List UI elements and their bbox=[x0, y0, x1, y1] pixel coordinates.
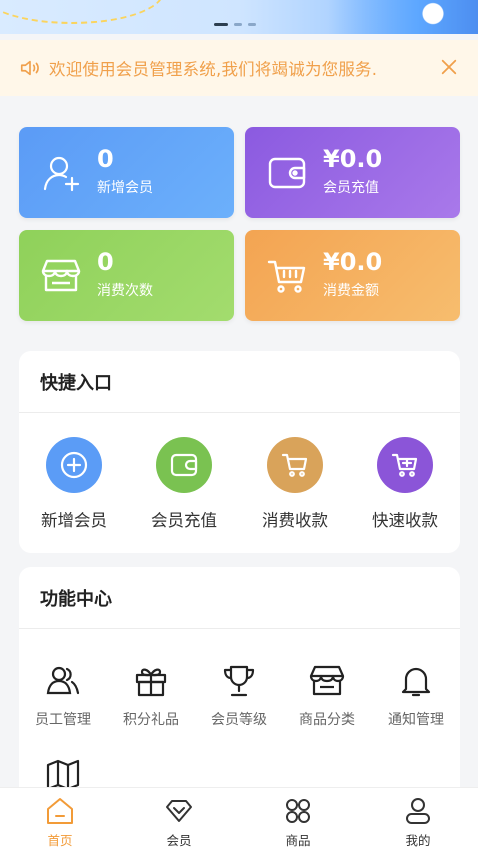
stat-value: 0 bbox=[97, 145, 114, 173]
stat-card-new-members[interactable]: 0 新增会员 bbox=[19, 127, 234, 218]
banner-dot bbox=[248, 23, 256, 26]
grid-icon bbox=[286, 799, 310, 823]
quick-item-consume-payment[interactable]: 消费收款 bbox=[240, 437, 350, 531]
function-item-label: 商品分类 bbox=[299, 712, 355, 728]
plus-circle-icon bbox=[46, 437, 102, 493]
banner-decoration bbox=[0, 0, 164, 24]
stat-value: 0 bbox=[97, 248, 114, 276]
quick-item-new-member[interactable]: 新增会员 bbox=[19, 437, 129, 531]
add-user-icon bbox=[43, 156, 80, 192]
cart-icon bbox=[267, 437, 323, 493]
tab-home[interactable]: 首页 bbox=[20, 796, 100, 849]
stat-value: ¥0.0 bbox=[323, 248, 383, 276]
function-item-label: 积分礼品 bbox=[123, 712, 179, 728]
function-item-member-level[interactable]: 会员等级 bbox=[199, 663, 279, 729]
section-title: 功能中心 bbox=[40, 589, 112, 610]
store-icon bbox=[309, 665, 345, 696]
notice-bar: 欢迎使用会员管理系统,我们将竭诚为您服务. bbox=[0, 40, 478, 96]
bell-icon bbox=[401, 667, 431, 697]
notice-text: 欢迎使用会员管理系统,我们将竭诚为您服务. bbox=[49, 60, 378, 79]
function-item-notification[interactable]: 通知管理 bbox=[376, 663, 456, 729]
quick-item-label: 消费收款 bbox=[262, 511, 328, 530]
divider bbox=[19, 628, 460, 629]
banner-pagination bbox=[214, 23, 256, 26]
gift-icon bbox=[135, 668, 167, 697]
divider bbox=[19, 412, 460, 413]
close-icon[interactable] bbox=[440, 58, 458, 76]
function-center-panel: 功能中心 员工管理 积分礼品 会员等级 商品分类 通知管理 bbox=[19, 567, 460, 807]
stat-label: 消费金额 bbox=[323, 283, 379, 299]
banner-dot bbox=[234, 23, 242, 26]
function-item-label: 员工管理 bbox=[35, 712, 91, 728]
stat-label: 消费次数 bbox=[97, 283, 153, 299]
function-item-points-gifts[interactable]: 积分礼品 bbox=[111, 663, 191, 729]
stat-card-member-recharge[interactable]: ¥0.0 会员充值 bbox=[245, 127, 460, 218]
stat-label: 会员充值 bbox=[323, 180, 379, 196]
tab-products[interactable]: 商品 bbox=[258, 796, 338, 849]
wallet-icon bbox=[268, 157, 306, 189]
quick-item-label: 快速收款 bbox=[372, 511, 438, 530]
staff-icon bbox=[46, 666, 80, 695]
section-title: 快捷入口 bbox=[40, 373, 112, 394]
bottom-tab-bar: 首页 会员 商品 我的 bbox=[0, 787, 478, 851]
tab-label: 会员 bbox=[166, 833, 192, 848]
banner-dot-active bbox=[214, 23, 228, 26]
tab-label: 我的 bbox=[405, 833, 431, 848]
stat-label: 新增会员 bbox=[97, 180, 153, 196]
top-banner[interactable] bbox=[0, 0, 478, 34]
home-icon bbox=[47, 798, 73, 824]
speaker-icon bbox=[20, 60, 39, 76]
trophy-icon bbox=[223, 665, 255, 697]
banner-illustration bbox=[328, 0, 478, 34]
tab-members[interactable]: 会员 bbox=[139, 796, 219, 849]
stat-card-consume-amount[interactable]: ¥0.0 消费金额 bbox=[245, 230, 460, 321]
cart-fast-icon bbox=[377, 437, 433, 493]
function-item-label: 通知管理 bbox=[388, 712, 444, 728]
stat-card-consume-count[interactable]: 0 消费次数 bbox=[19, 230, 234, 321]
function-item-staff[interactable]: 员工管理 bbox=[23, 663, 103, 729]
tab-mine[interactable]: 我的 bbox=[378, 796, 458, 849]
quick-entry-panel: 快捷入口 新增会员 会员充值 消费收款 快速收款 bbox=[19, 351, 460, 553]
quick-item-label: 会员充值 bbox=[151, 511, 217, 530]
quick-item-member-recharge[interactable]: 会员充值 bbox=[129, 437, 239, 531]
diamond-icon bbox=[166, 800, 192, 822]
function-item-product-category[interactable]: 商品分类 bbox=[287, 663, 367, 729]
store-icon bbox=[41, 259, 81, 292]
tab-label: 首页 bbox=[47, 833, 73, 848]
cart-icon bbox=[267, 260, 306, 293]
wallet-icon bbox=[156, 437, 212, 493]
stat-value: ¥0.0 bbox=[323, 145, 383, 173]
quick-item-fast-payment[interactable]: 快速收款 bbox=[350, 437, 460, 531]
user-icon bbox=[406, 798, 430, 824]
function-item-label: 会员等级 bbox=[211, 712, 267, 728]
tab-label: 商品 bbox=[285, 833, 311, 848]
quick-item-label: 新增会员 bbox=[41, 511, 107, 530]
